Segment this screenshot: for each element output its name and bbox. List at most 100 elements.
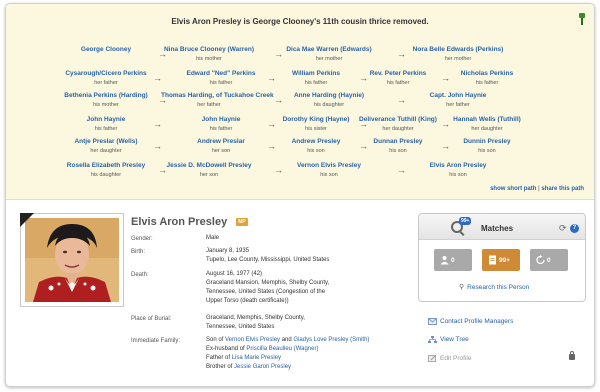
- path-person-link[interactable]: Nina Bruce Clooney (Warren): [161, 46, 257, 53]
- father-link[interactable]: Vernon Elvis Presley: [225, 337, 280, 343]
- brother-link[interactable]: Jessie Garon Presley: [234, 364, 291, 370]
- path-person-link[interactable]: Nicholas Perkins: [439, 70, 535, 77]
- path-person-link[interactable]: Jessie D. McDowell Presley: [161, 162, 257, 169]
- path-relation-label: his father: [475, 80, 499, 86]
- path-node: Bethenia Perkins (Harding) his mother: [58, 92, 154, 108]
- son-of-prefix: Son of: [206, 337, 226, 343]
- birth-label: Birth:: [131, 249, 146, 255]
- path-node: Dica Mae Warren (Edwards) her mother: [281, 46, 377, 62]
- contact-managers-label: Contact Profile Managers: [440, 318, 514, 326]
- path-relation-label: his father: [209, 126, 233, 132]
- path-node: Thomas Harding, of Tuckahoe Creek her fat…: [161, 92, 274, 108]
- magnifier-icon: ⚲: [459, 284, 465, 291]
- path-node: Edward "Ned" Perkins his father: [173, 70, 269, 86]
- path-relation-label: his son: [389, 148, 407, 154]
- death-value: August 16, 1977 (42) Graceland Mansion, …: [206, 270, 329, 306]
- path-relation-label: his father: [94, 126, 118, 132]
- path-person-link[interactable]: Nora Belle Edwards (Perkins): [410, 46, 506, 53]
- birth-value: January 8, 1935 Tupelo, Lee County, Miss…: [206, 247, 329, 265]
- mother-link[interactable]: Gladys Love Presley (Smith): [293, 337, 369, 343]
- path-relation-label: his daughter: [313, 102, 345, 108]
- death-place-line-1: Graceland Mansion, Memphis, Shelby Count…: [206, 280, 330, 286]
- record-matches-button[interactable]: 99+: [482, 249, 520, 271]
- ex-husband-prefix: Ex-husband of: [206, 346, 247, 352]
- birth-date: January 8, 1935: [206, 248, 250, 254]
- path-person-link[interactable]: Cysarough/Cicero Perkins: [58, 70, 154, 77]
- path-person-link[interactable]: Dunnan Presley: [350, 138, 446, 145]
- profile-photo: [25, 218, 119, 302]
- sync-icon: [536, 255, 545, 265]
- path-person-link[interactable]: Antje Preslar (Wells): [58, 138, 154, 145]
- tree-icon: [428, 336, 437, 343]
- edit-profile-link[interactable]: Edit Profile: [428, 355, 471, 362]
- path-relation-label: her father: [94, 80, 118, 86]
- document-icon: [489, 255, 496, 265]
- help-icon[interactable]: ?: [570, 224, 579, 233]
- path-person-link[interactable]: Hannah Wells (Tuthill): [439, 116, 535, 123]
- refresh-icon[interactable]: ⟳: [559, 224, 567, 233]
- path-person-link[interactable]: Dunnin Presley: [439, 138, 535, 145]
- research-person-label: Research this Person: [467, 284, 530, 291]
- path-relation-label: her daughter: [382, 126, 414, 132]
- path-person-link[interactable]: Deliverance Tuthill (King): [350, 116, 446, 123]
- path-person-link[interactable]: Dica Mae Warren (Edwards): [281, 46, 377, 53]
- path-person-link[interactable]: Edward "Ned" Perkins: [173, 70, 269, 77]
- path-person-link[interactable]: Thomas Harding, of Tuckahoe Creek: [161, 92, 274, 99]
- share-path-link[interactable]: share this path: [541, 186, 584, 192]
- path-relation-label: his son: [478, 148, 496, 154]
- people-matches-button[interactable]: 0: [434, 249, 472, 271]
- search-icon-handle: [459, 231, 465, 236]
- path-person-link[interactable]: Elvis Aron Presley: [410, 162, 506, 169]
- relationship-title: Elvis Aron Presley is George Clooney's 1…: [171, 17, 429, 26]
- path-node: John Haynie his father: [173, 116, 269, 132]
- profile-page: Elvis Aron Presley is George Clooney's 1…: [5, 3, 595, 387]
- smart-matches-count: 0: [547, 257, 551, 264]
- path-person-link[interactable]: Anne Harding (Haynie): [281, 92, 377, 99]
- people-matches-count: 0: [451, 257, 455, 264]
- path-person-link[interactable]: Bethenia Perkins (Harding): [58, 92, 154, 99]
- path-node: Elvis Aron Presley his son: [410, 162, 506, 178]
- profile-photo-frame[interactable]: [20, 213, 124, 307]
- daughter-link[interactable]: Lisa Marie Presley: [232, 355, 281, 361]
- path-person-link[interactable]: Vernon Elvis Presley: [281, 162, 377, 169]
- profile-name: Elvis Aron Presley: [131, 216, 228, 228]
- path-person-link[interactable]: Andrew Preslar: [173, 138, 269, 145]
- path-node: Antje Preslar (Wells) her daughter: [58, 138, 154, 154]
- path-node: Rosella Elizabeth Presley his daughter: [58, 162, 154, 178]
- death-place-line-2: Tennessee, United States (Congestion of …: [206, 289, 326, 295]
- person-icon: [440, 256, 449, 265]
- path-person-link[interactable]: John Haynie: [173, 116, 269, 123]
- path-node: Rev. Peter Perkins his father: [350, 70, 446, 86]
- gender-value: Male: [206, 235, 220, 241]
- path-person-link[interactable]: George Clooney: [58, 46, 154, 53]
- ex-wife-link[interactable]: Priscilla Beaulieu (Wagner): [246, 346, 318, 352]
- son-of-line: Son of Vernon Elvis Presley and Gladys L…: [206, 336, 371, 345]
- photo-corner-ribbon: [20, 213, 34, 227]
- view-tree-link[interactable]: View Tree: [428, 336, 469, 343]
- path-relation-label: her son: [211, 148, 231, 154]
- path-relation-label: his daughter: [90, 172, 122, 178]
- show-short-path-link[interactable]: show short path: [490, 186, 536, 192]
- path-person-link[interactable]: Capt. John Haynie: [410, 92, 506, 99]
- path-node: Jessie D. McDowell Presley her son: [161, 162, 257, 178]
- master-profile-badge[interactable]: MP: [236, 218, 248, 226]
- pin-icon[interactable]: [578, 13, 586, 25]
- path-arrow-icon: →: [153, 73, 162, 83]
- record-matches-count: 99+: [499, 257, 511, 264]
- path-arrow-icon: →: [153, 141, 162, 151]
- envelope-icon: [428, 318, 437, 325]
- smart-matches-button[interactable]: 0: [530, 249, 568, 271]
- path-node: Andrew Preslar her son: [173, 138, 269, 154]
- path-relation-label: her father: [197, 102, 221, 108]
- path-person-link[interactable]: John Haynie: [58, 116, 154, 123]
- path-person-link[interactable]: Rev. Peter Perkins: [350, 70, 446, 77]
- path-relation-label: her father: [446, 102, 470, 108]
- death-place-line-3: Upper Torso (death certificate)): [206, 298, 289, 304]
- path-node: George Clooney: [58, 46, 154, 56]
- brother-of-prefix: Brother of: [206, 364, 235, 370]
- path-person-link[interactable]: Rosella Elizabeth Presley: [58, 162, 154, 169]
- contact-managers-link[interactable]: Contact Profile Managers: [428, 318, 513, 325]
- research-person-link[interactable]: ⚲ Research this Person: [459, 283, 529, 291]
- path-links-separator: |: [538, 186, 540, 192]
- path-relation-label: his father: [209, 80, 233, 86]
